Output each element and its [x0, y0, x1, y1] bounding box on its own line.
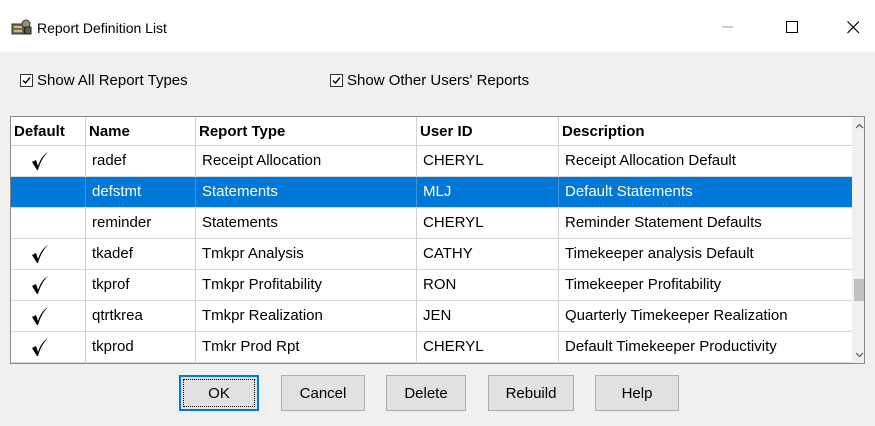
table-row[interactable]: radef Receipt Allocation CHERYL Receipt All…: [11, 146, 852, 177]
user-id-cell[interactable]: RON: [417, 270, 559, 300]
help-button[interactable]: Help: [595, 375, 679, 411]
report-name-cell[interactable]: tkadef: [86, 239, 196, 269]
default-cell[interactable]: [11, 177, 86, 207]
default-cell[interactable]: [11, 239, 86, 269]
report-name-cell[interactable]: defstmt: [86, 177, 196, 207]
report-name-cell[interactable]: reminder: [86, 208, 196, 238]
rebuild-button-label: Rebuild: [505, 384, 557, 402]
column-header-description[interactable]: Description: [559, 117, 852, 146]
report-definition-table[interactable]: Default Name Report Type User ID Descrip…: [10, 116, 865, 364]
table-row[interactable]: tkprod Tmkr Prod Rpt CHERYL Default Timekee…: [11, 332, 852, 363]
maximize-button[interactable]: [770, 10, 814, 44]
report-type-cell[interactable]: Tmkpr Realization: [196, 301, 417, 331]
default-check-icon: [32, 338, 48, 356]
default-check-icon: [32, 152, 48, 170]
default-cell[interactable]: [11, 146, 86, 176]
window-title: Report Definition List: [37, 20, 167, 36]
checkbox-checked-icon[interactable]: [330, 73, 343, 87]
column-header-user-id[interactable]: User ID: [417, 117, 559, 146]
scroll-down-arrow-icon[interactable]: [852, 346, 864, 363]
table-row[interactable]: qtrtkrea Tmkpr Realization JEN Quarterly Ti…: [11, 301, 852, 332]
vertical-scrollbar[interactable]: [852, 117, 864, 363]
report-name-cell[interactable]: tkprof: [86, 270, 196, 300]
close-icon: [846, 20, 859, 33]
report-name-cell[interactable]: qtrtkrea: [86, 301, 196, 331]
report-type-cell[interactable]: Receipt Allocation: [196, 146, 417, 176]
default-cell[interactable]: [11, 332, 86, 362]
report-type-cell[interactable]: Statements: [196, 208, 417, 238]
report-type-cell[interactable]: Tmkr Prod Rpt: [196, 332, 417, 362]
scrollbar-thumb[interactable]: [854, 279, 864, 301]
ok-button[interactable]: OK: [179, 375, 259, 411]
column-header-default[interactable]: Default: [11, 117, 86, 146]
delete-button-label: Delete: [404, 384, 448, 402]
report-type-cell[interactable]: Statements: [196, 177, 417, 207]
default-cell[interactable]: [11, 270, 86, 300]
delete-button[interactable]: Delete: [386, 375, 466, 411]
help-button-label: Help: [621, 384, 653, 402]
report-type-cell[interactable]: Tmkpr Analysis: [196, 239, 417, 269]
table-row[interactable]: reminder Statements CHERYL Reminder Stateme…: [11, 208, 852, 239]
report-cabinet-icon: [10, 18, 32, 36]
default-check-icon: [32, 245, 48, 263]
report-type-cell[interactable]: Tmkpr Profitability: [196, 270, 417, 300]
default-cell[interactable]: [11, 208, 86, 238]
column-header-report-type[interactable]: Report Type: [196, 117, 417, 146]
description-cell[interactable]: Timekeeper Profitability: [559, 270, 852, 300]
description-cell[interactable]: Default Statements: [559, 177, 852, 207]
table-row[interactable]: tkprof Tmkpr Profitability RON Timekeeper P…: [11, 270, 852, 301]
table-body: Default Name Report Type User ID Descrip…: [11, 117, 852, 363]
user-id-cell[interactable]: CATHY: [417, 239, 559, 269]
cancel-button-label: Cancel: [299, 384, 347, 402]
description-cell[interactable]: Reminder Statement Defaults: [559, 208, 852, 238]
table-header: Default Name Report Type User ID Descrip…: [11, 117, 852, 146]
show-all-report-types-label: Show All Report Types: [37, 71, 188, 89]
checkbox-checked-icon[interactable]: [20, 73, 33, 87]
rebuild-button[interactable]: Rebuild: [488, 375, 574, 411]
description-cell[interactable]: Timekeeper analysis Default: [559, 239, 852, 269]
show-other-users-reports-checkbox[interactable]: Show Other Users' Reports: [330, 70, 529, 90]
user-id-cell[interactable]: CHERYL: [417, 332, 559, 362]
show-all-report-types-checkbox[interactable]: Show All Report Types: [20, 70, 188, 90]
user-id-cell[interactable]: CHERYL: [417, 208, 559, 238]
default-cell[interactable]: [11, 301, 86, 331]
table-row[interactable]: tkadef Tmkpr Analysis CATHY Timekeeper anal…: [11, 239, 852, 270]
minimize-button[interactable]: [706, 10, 750, 44]
description-cell[interactable]: Default Timekeeper Productivity: [559, 332, 852, 362]
table-row[interactable]: defstmt Statements MLJ Default Statements: [11, 177, 852, 208]
column-header-name[interactable]: Name: [86, 117, 196, 146]
show-other-users-reports-label: Show Other Users' Reports: [347, 71, 530, 89]
report-name-cell[interactable]: tkprod: [86, 332, 196, 362]
cancel-button[interactable]: Cancel: [281, 375, 365, 411]
description-cell[interactable]: Quarterly Timekeeper Realization: [559, 301, 852, 331]
user-id-cell[interactable]: MLJ: [417, 177, 559, 207]
report-name-cell[interactable]: radef: [86, 146, 196, 176]
default-check-icon: [32, 276, 48, 294]
user-id-cell[interactable]: CHERYL: [417, 146, 559, 176]
user-id-cell[interactable]: JEN: [417, 301, 559, 331]
default-check-icon: [32, 307, 48, 325]
title-bar[interactable]: Report Definition List: [0, 0, 875, 52]
report-definition-list-window: Report Definition List Show All Report T…: [0, 0, 875, 426]
close-button[interactable]: [831, 10, 875, 44]
description-cell[interactable]: Receipt Allocation Default: [559, 146, 852, 176]
scroll-up-arrow-icon[interactable]: [852, 117, 864, 134]
